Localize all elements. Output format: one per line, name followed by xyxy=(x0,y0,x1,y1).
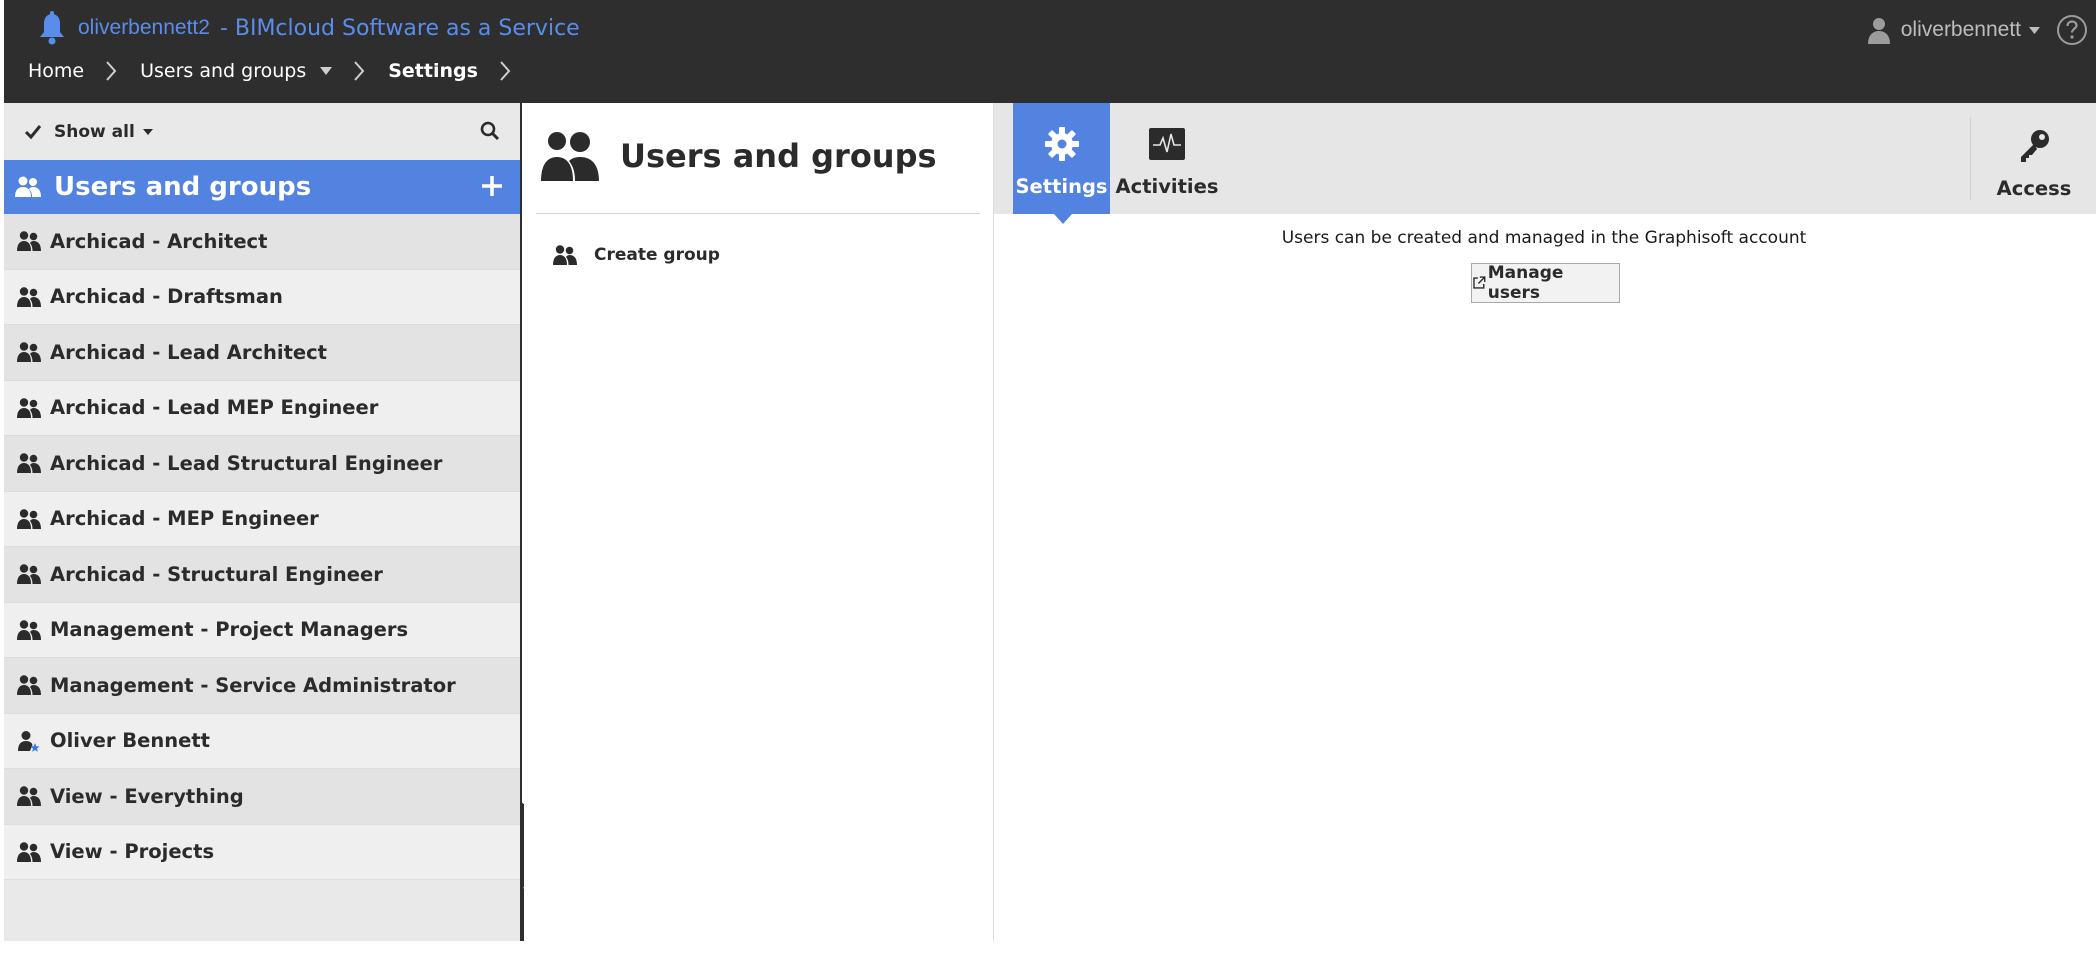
sidebar-toolbar: Show all xyxy=(4,103,520,160)
list-item[interactable]: Management - Project Managers xyxy=(4,602,520,658)
tab-activities[interactable]: Activities xyxy=(1112,103,1222,214)
add-icon[interactable] xyxy=(480,174,504,198)
group-icon xyxy=(17,342,41,363)
activity-monitor-icon xyxy=(1149,128,1185,160)
middle-panel: Users and groups Create group xyxy=(524,103,994,941)
group-icon xyxy=(17,620,41,640)
group-icon xyxy=(541,132,599,181)
list-item-label: Archicad - Lead MEP Engineer xyxy=(50,396,379,420)
group-icon xyxy=(17,453,41,474)
create-group-label: Create group xyxy=(594,245,720,265)
tab-settings[interactable]: Settings xyxy=(1013,103,1110,214)
help-icon[interactable] xyxy=(2056,14,2088,46)
key-icon xyxy=(2021,130,2049,162)
right-panel: Settings Activities Access Users can be … xyxy=(993,103,2096,941)
group-list: Archicad - Architect Archicad - Draftsma… xyxy=(4,214,520,880)
list-item-label: Management - Service Administrator xyxy=(50,673,456,697)
list-item-label: View - Projects xyxy=(50,840,215,864)
list-item[interactable]: Archicad - Draftsman xyxy=(4,269,520,325)
user-name[interactable]: oliverbennett xyxy=(1901,18,2021,42)
caret-down-icon[interactable] xyxy=(320,67,333,75)
group-icon xyxy=(15,176,41,197)
group-icon xyxy=(553,245,577,265)
caret-down-icon[interactable] xyxy=(2029,26,2040,34)
middle-title-row: Users and groups xyxy=(540,129,937,183)
breadcrumb-settings[interactable]: Settings xyxy=(388,60,478,82)
sidebar: Show all Users and groups Archicad - Arc… xyxy=(4,103,522,941)
chevron-right-icon xyxy=(106,61,117,81)
app-title: - BIMcloud Software as a Service xyxy=(219,15,580,41)
group-icon xyxy=(17,509,41,529)
group-icon xyxy=(17,398,41,418)
list-item[interactable]: Archicad - Lead Structural Engineer xyxy=(4,436,520,492)
list-item-label: View - Everything xyxy=(50,784,244,808)
list-item-label: Management - Project Managers xyxy=(50,618,409,642)
group-icon xyxy=(17,564,41,585)
list-item[interactable]: Archicad - Architect xyxy=(4,214,520,270)
chevron-right-icon xyxy=(500,61,511,81)
top-bar: oliverbennett2 - BIMcloud Software as a … xyxy=(4,0,2096,103)
tab-bar: Settings Activities Access xyxy=(994,103,2096,224)
tab-activities-label: Activities xyxy=(1115,175,1219,198)
gear-icon xyxy=(1044,127,1079,161)
list-item[interactable]: Archicad - Lead MEP Engineer xyxy=(4,380,520,436)
manage-users-button[interactable]: Manage users xyxy=(1471,263,1620,303)
list-item-label: Archicad - Architect xyxy=(50,229,268,253)
search-icon[interactable] xyxy=(480,121,500,141)
list-item[interactable]: View - Projects xyxy=(4,824,520,880)
list-item-label: Archicad - Lead Architect xyxy=(50,340,327,364)
list-item-label: Archicad - Lead Structural Engineer xyxy=(50,451,443,475)
users-and-groups-header[interactable]: Users and groups xyxy=(4,160,520,214)
list-item-label: Archicad - Draftsman xyxy=(50,285,283,309)
tab-access[interactable]: Access xyxy=(1970,117,2096,200)
list-item[interactable]: Archicad - Structural Engineer xyxy=(4,547,520,603)
external-link-icon xyxy=(1473,276,1486,289)
info-text: Users can be created and managed in the … xyxy=(1281,228,1807,248)
list-item-label: Archicad - MEP Engineer xyxy=(50,507,319,531)
caret-down-icon[interactable] xyxy=(142,128,153,135)
notification-bell-icon[interactable] xyxy=(38,11,66,45)
check-icon xyxy=(24,124,42,139)
breadcrumb-users-and-groups[interactable]: Users and groups xyxy=(140,60,306,82)
tab-settings-label: Settings xyxy=(1015,175,1108,198)
user-icon xyxy=(1867,18,1890,44)
group-icon xyxy=(17,786,41,807)
create-group-button[interactable]: Create group xyxy=(552,244,720,266)
group-icon xyxy=(17,842,41,862)
filter-dropdown[interactable]: Show all xyxy=(54,122,135,142)
list-item-label: Archicad - Structural Engineer xyxy=(50,562,383,586)
active-tab-pointer xyxy=(1054,214,1072,224)
breadcrumb: Home Users and groups Settings xyxy=(28,56,534,86)
user-menu[interactable]: oliverbennett xyxy=(1867,12,2088,48)
sidebar-header-title: Users and groups xyxy=(54,172,312,202)
group-icon xyxy=(17,287,41,307)
list-item[interactable]: Archicad - Lead Architect xyxy=(4,325,520,381)
list-item[interactable]: Archicad - MEP Engineer xyxy=(4,491,520,547)
group-icon xyxy=(17,675,41,696)
page-title: Users and groups xyxy=(620,137,937,175)
admin-user-icon xyxy=(18,730,40,752)
tab-access-label: Access xyxy=(1996,177,2072,200)
account-name[interactable]: oliverbennett2 xyxy=(78,16,210,40)
brand: oliverbennett2 - BIMcloud Software as a … xyxy=(38,10,580,46)
breadcrumb-home[interactable]: Home xyxy=(28,60,84,82)
list-item[interactable]: Management - Service Administrator xyxy=(4,658,520,714)
chevron-right-icon xyxy=(354,61,365,81)
manage-users-label: Manage users xyxy=(1487,263,1564,303)
list-item-label: Oliver Bennett xyxy=(50,729,211,753)
group-icon xyxy=(17,231,41,252)
divider xyxy=(536,213,980,214)
list-item[interactable]: Oliver Bennett xyxy=(4,713,520,769)
list-item[interactable]: View - Everything xyxy=(4,769,520,825)
